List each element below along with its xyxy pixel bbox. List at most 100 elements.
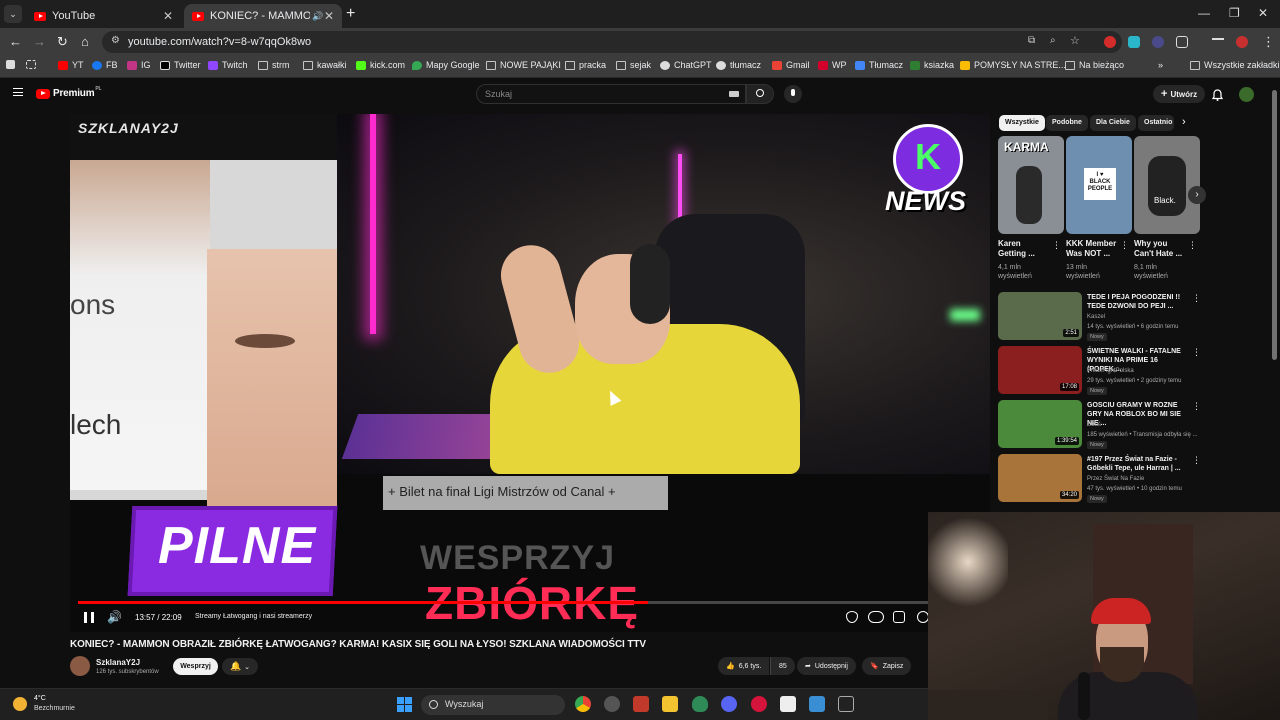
zoom-icon[interactable]: ⌕ bbox=[1050, 35, 1056, 46]
chapter-title[interactable]: Streamy Łatwogang i nasi streamerzy bbox=[195, 613, 312, 620]
extension-icon[interactable] bbox=[1128, 36, 1140, 48]
bookmark-kick[interactable]: kick.com bbox=[356, 60, 405, 70]
channel-name[interactable]: SzklanaY2J bbox=[96, 658, 140, 667]
video-channel[interactable]: Kaszel bbox=[1087, 314, 1105, 320]
bookmark-tlumacz-google[interactable]: Tłumacz bbox=[855, 60, 903, 70]
tab-search-button[interactable]: ⌄ bbox=[4, 5, 22, 23]
browser-menu-icon[interactable]: ⋮ bbox=[1262, 34, 1275, 50]
close-tab-icon[interactable]: ✕ bbox=[163, 9, 173, 23]
shield-icon[interactable] bbox=[692, 696, 708, 712]
short-thumbnail[interactable]: I ♥ BLACK PEOPLE bbox=[1066, 136, 1132, 234]
video-thumbnail[interactable]: 17:08 bbox=[998, 346, 1082, 394]
extension-icon[interactable] bbox=[1152, 36, 1164, 48]
discord-icon[interactable] bbox=[721, 696, 737, 712]
weather-description[interactable]: Bezchmurnie bbox=[34, 705, 75, 712]
shorts-next-button[interactable]: › bbox=[1188, 186, 1206, 204]
app-icon[interactable] bbox=[838, 696, 854, 712]
more-options-icon[interactable]: ⋮ bbox=[1192, 401, 1201, 412]
more-options-icon[interactable]: ⋮ bbox=[1188, 240, 1197, 251]
bookmark-folder-nowe-pajaki[interactable]: NOWE PAJĄKI bbox=[486, 60, 561, 70]
record-extension-icon[interactable] bbox=[1104, 36, 1116, 48]
profile-avatar-icon[interactable] bbox=[1236, 36, 1248, 48]
chip-all[interactable]: Wszystkie bbox=[999, 115, 1045, 131]
bookmark-maps[interactable]: Mapy Google bbox=[412, 60, 480, 70]
video-thumbnail[interactable]: 34:20 bbox=[998, 454, 1082, 502]
bookmark-twitch[interactable]: Twitch bbox=[208, 60, 248, 70]
extensions-puzzle-icon[interactable] bbox=[1176, 36, 1188, 48]
bookmark-tlumacz[interactable]: tłumacz bbox=[716, 60, 761, 70]
video-thumbnail[interactable]: 2:51 bbox=[998, 292, 1082, 340]
youtube-premium-logo[interactable]: Premium PL bbox=[36, 86, 102, 99]
notifications-bell-icon[interactable] bbox=[1211, 88, 1224, 106]
app-icon[interactable] bbox=[633, 696, 649, 712]
bookmark-twitter[interactable]: Twitter bbox=[160, 60, 201, 70]
autoplay-toggle[interactable] bbox=[868, 611, 884, 623]
weather-moon-icon[interactable] bbox=[13, 697, 27, 711]
short-thumbnail[interactable]: KARMA bbox=[998, 136, 1064, 234]
volume-icon[interactable]: 🔊 bbox=[107, 610, 122, 624]
reading-list-icon[interactable] bbox=[1212, 38, 1224, 46]
short-title[interactable]: Why you Can't Hate ... bbox=[1134, 239, 1186, 259]
more-options-icon[interactable]: ⋮ bbox=[1192, 455, 1201, 466]
voice-search-button[interactable] bbox=[784, 85, 802, 103]
new-tab-button[interactable]: + bbox=[346, 5, 355, 23]
menu-icon[interactable] bbox=[13, 88, 23, 96]
bookmark-folder-sejak[interactable]: sejak bbox=[616, 60, 651, 70]
video-channel[interactable]: zibuś bbox=[1087, 422, 1101, 428]
subtitles-icon[interactable] bbox=[893, 611, 905, 623]
bookmark-star-icon[interactable]: ☆ bbox=[1070, 34, 1080, 47]
video-channel[interactable]: Przez Świat Na Fazie bbox=[1087, 476, 1144, 482]
sponsor-shield-icon[interactable] bbox=[846, 611, 858, 623]
video-player[interactable]: SZKLANAY2J ons lech + Bilet na finał Lig… bbox=[70, 114, 990, 632]
audio-playing-icon[interactable]: 🔊 bbox=[312, 11, 323, 22]
create-button[interactable]: + Utwórz bbox=[1153, 85, 1206, 103]
more-options-icon[interactable]: ⋮ bbox=[1192, 347, 1201, 358]
minimize-icon[interactable]: — bbox=[1198, 6, 1210, 20]
chip-for-you[interactable]: Dla Ciebie bbox=[1090, 115, 1136, 131]
app-icon[interactable] bbox=[780, 696, 796, 712]
home-icon[interactable]: ⌂ bbox=[81, 34, 89, 49]
bookmark-folder-kawalki[interactable]: kawałki bbox=[303, 60, 347, 70]
chip-recent[interactable]: Ostatnio bbox=[1138, 115, 1174, 131]
more-options-icon[interactable]: ⋮ bbox=[1192, 293, 1201, 304]
bookmark-ig[interactable]: IG bbox=[127, 60, 151, 70]
bookmark-fb[interactable]: FB bbox=[92, 60, 118, 70]
back-arrow-icon[interactable]: ← bbox=[9, 34, 22, 49]
browser-tab-youtube[interactable]: YouTube ✕ bbox=[26, 4, 181, 28]
reload-icon[interactable]: ↻ bbox=[57, 34, 68, 50]
bookmark-wp[interactable]: WP bbox=[818, 60, 847, 70]
chip-related[interactable]: Podobne bbox=[1046, 115, 1088, 131]
bookmark-chatgpt[interactable]: ChatGPT bbox=[660, 60, 712, 70]
taskbar-search[interactable]: Wyszukaj bbox=[421, 695, 565, 715]
forward-arrow-icon[interactable]: → bbox=[33, 34, 46, 49]
video-thumbnail[interactable]: 1:39:54 bbox=[998, 400, 1082, 448]
save-button[interactable]: 🔖 Zapisz bbox=[862, 657, 912, 675]
photos-icon[interactable] bbox=[809, 696, 825, 712]
bookmark-folder-strm[interactable]: strm bbox=[258, 60, 290, 70]
like-button[interactable]: 👍 6,6 tys. bbox=[718, 657, 770, 675]
restore-icon[interactable]: ❐ bbox=[1229, 6, 1240, 20]
share-button[interactable]: ➦ Udostępnij bbox=[797, 657, 856, 675]
video-title-link[interactable]: TEDE I PEJA POGODZENI !! TEDE DZWONI DO … bbox=[1087, 293, 1189, 311]
address-bar[interactable]: ⚙ youtube.com/watch?v=8-w7qqOk8wo ⧉ ⌕ ☆ bbox=[102, 31, 1122, 53]
search-button[interactable] bbox=[746, 84, 774, 104]
pause-icon[interactable] bbox=[84, 612, 94, 623]
bookmark-folder-pracka[interactable]: pracka bbox=[565, 60, 606, 70]
dislike-button[interactable]: 85 bbox=[770, 657, 795, 675]
short-title[interactable]: KKK Member Was NOT ... bbox=[1066, 239, 1118, 259]
close-tab-icon[interactable]: ✕ bbox=[324, 9, 334, 23]
notification-settings-button[interactable]: 🔔 ⌄ bbox=[222, 658, 258, 675]
keyboard-icon[interactable] bbox=[729, 91, 739, 97]
bookmark-gmail[interactable]: Gmail bbox=[772, 60, 810, 70]
obs-icon[interactable] bbox=[604, 696, 620, 712]
bookmark-pomysly[interactable]: POMYSŁY NA STRE... bbox=[960, 60, 1066, 70]
search-input[interactable]: Szukaj bbox=[476, 84, 746, 104]
browser-tab-video[interactable]: KONIEC? - MAMMON OBRA 🔊 ✕ bbox=[184, 4, 342, 28]
channel-avatar[interactable] bbox=[70, 656, 90, 676]
page-scrollbar[interactable] bbox=[1272, 90, 1277, 360]
chevron-right-icon[interactable]: › bbox=[1182, 116, 1186, 128]
video-channel[interactable]: FreakFightPolska bbox=[1087, 368, 1134, 374]
start-button[interactable] bbox=[397, 697, 412, 712]
short-title[interactable]: Karen Getting ... bbox=[998, 239, 1050, 259]
install-app-icon[interactable]: ⧉ bbox=[1028, 35, 1035, 46]
